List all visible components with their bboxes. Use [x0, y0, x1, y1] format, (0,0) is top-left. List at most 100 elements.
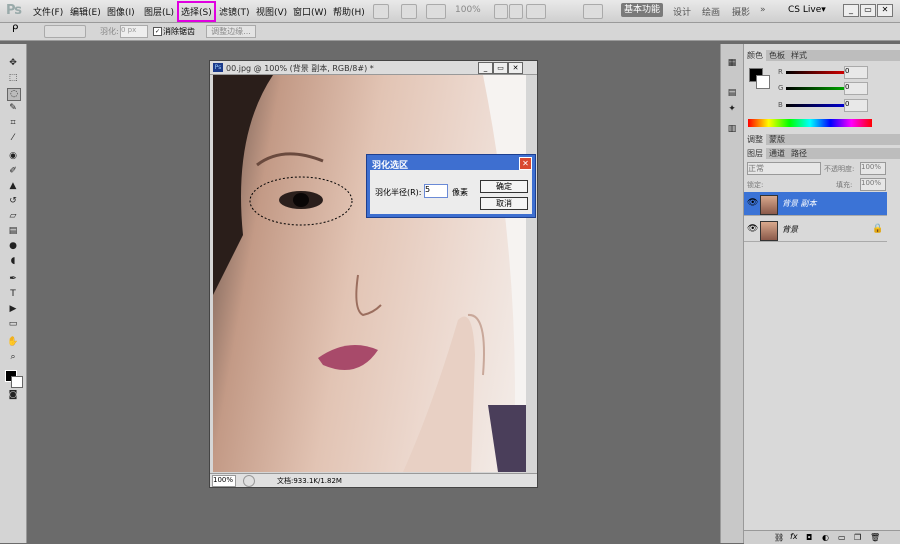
- blue-value[interactable]: 0: [844, 99, 868, 112]
- green-value[interactable]: 0: [844, 82, 868, 95]
- healing-brush-icon[interactable]: ◉: [7, 151, 19, 162]
- tab-channels[interactable]: 通道: [766, 148, 788, 159]
- background-swatch[interactable]: [756, 75, 770, 89]
- menu-edit[interactable]: 编辑(E): [70, 5, 101, 18]
- workspace-design[interactable]: 设计: [673, 5, 691, 18]
- new-group-icon[interactable]: ▭: [838, 533, 846, 542]
- menu-layer[interactable]: 图层(L): [144, 5, 174, 18]
- actions-icon[interactable]: ✦: [726, 104, 738, 115]
- bridge-icon[interactable]: [373, 4, 389, 19]
- new-layer-icon[interactable]: ❐: [854, 533, 861, 542]
- blend-mode-select[interactable]: 正常: [747, 162, 821, 175]
- brush-preset-icon[interactable]: ▥: [726, 124, 738, 135]
- dialog-close-icon[interactable]: ✕: [519, 157, 532, 170]
- tab-paths[interactable]: 路径: [788, 148, 810, 159]
- feather-radius-input[interactable]: 5: [424, 184, 448, 198]
- cs-live-menu[interactable]: CS Live▾: [788, 5, 826, 15]
- dodge-tool-icon[interactable]: ◖: [7, 256, 19, 267]
- menu-help[interactable]: 帮助(H): [333, 5, 365, 18]
- lasso-tool-icon[interactable]: ◌: [7, 88, 21, 101]
- workspace-painting[interactable]: 绘画: [702, 5, 720, 18]
- eyedropper-icon[interactable]: ⁄: [7, 133, 19, 144]
- history-brush-icon[interactable]: ↺: [7, 196, 19, 207]
- brush-tool-icon[interactable]: ✐: [7, 166, 19, 177]
- lasso-tool-icon[interactable]: ᑭ: [12, 24, 18, 35]
- path-select-icon[interactable]: ▶: [7, 304, 19, 315]
- zoom-level[interactable]: 100%: [455, 5, 481, 15]
- shape-tool-icon[interactable]: ▭: [7, 319, 19, 330]
- eye-icon[interactable]: 👁: [747, 198, 758, 208]
- move-tool-icon[interactable]: ✥: [7, 58, 19, 69]
- zoom-field[interactable]: 100%: [212, 475, 236, 487]
- layers-footer: ⛓ fx ◘ ◐ ▭ ❐ 🗑: [744, 530, 900, 544]
- dialog-body: 羽化半径(R): 5 像素 确定 取消: [370, 170, 532, 214]
- menu-window[interactable]: 窗口(W): [293, 5, 327, 18]
- view-extras-icon[interactable]: [426, 4, 446, 19]
- refine-edge-button[interactable]: 调整边缘...: [206, 25, 256, 38]
- marquee-tool-icon[interactable]: ⬚: [7, 73, 19, 84]
- gradient-tool-icon[interactable]: ▤: [7, 226, 19, 237]
- quick-mask-icon[interactable]: ◙: [7, 390, 19, 401]
- selection-mode-icon[interactable]: [44, 25, 86, 38]
- hand-tool-icon[interactable]: ✋: [7, 337, 19, 348]
- color-spectrum[interactable]: [748, 119, 872, 127]
- link-layers-icon[interactable]: ⛓: [774, 533, 784, 542]
- tab-layers[interactable]: 图层: [744, 148, 766, 159]
- doc-close-icon[interactable]: ✕: [508, 62, 523, 74]
- layer-row-copy[interactable]: 👁 背景 副本: [744, 192, 887, 216]
- menu-select[interactable]: 选择(S): [177, 1, 216, 22]
- palette-icon[interactable]: ▦: [726, 58, 738, 69]
- zoom-tool-icon[interactable]: ⌕: [7, 352, 19, 363]
- pen-tool-icon[interactable]: ✒: [7, 274, 19, 285]
- tab-adjustments[interactable]: 调整: [744, 134, 766, 145]
- close-icon[interactable]: ✕: [877, 4, 893, 17]
- tab-swatches[interactable]: 色板: [766, 50, 788, 61]
- layer-name[interactable]: 背景 副本: [782, 198, 817, 209]
- doc-minimize-icon[interactable]: _: [478, 62, 493, 74]
- menu-image[interactable]: 图像(I): [107, 5, 135, 18]
- clone-stamp-icon[interactable]: ▲: [7, 181, 19, 192]
- zoom-icon[interactable]: [509, 4, 523, 19]
- cancel-button[interactable]: 取消: [480, 197, 528, 210]
- layer-name[interactable]: 背景: [782, 224, 798, 235]
- menu-view[interactable]: 视图(V): [256, 5, 287, 18]
- menu-file[interactable]: 文件(F): [33, 5, 63, 18]
- screen-mode-icon[interactable]: [583, 4, 603, 19]
- tab-styles[interactable]: 样式: [788, 50, 810, 61]
- workspace-essentials[interactable]: 基本功能: [621, 3, 663, 17]
- image-canvas[interactable]: [213, 75, 526, 472]
- tab-color[interactable]: 颜色: [744, 50, 766, 61]
- menu-filter[interactable]: 滤镜(T): [219, 5, 250, 18]
- tab-masks[interactable]: 蒙版: [766, 134, 788, 145]
- adjustment-layer-icon[interactable]: ◐: [822, 533, 829, 542]
- blur-tool-icon[interactable]: ●: [7, 241, 19, 252]
- antialias-checkbox[interactable]: ✓: [153, 27, 162, 36]
- more-workspaces[interactable]: »: [760, 5, 766, 15]
- workspace-photography[interactable]: 摄影: [732, 5, 750, 18]
- document-title-bar[interactable]: Ps 00.jpg @ 100% (背景 副本, RGB/8#) * _ ▭ ✕: [210, 61, 537, 75]
- add-mask-icon[interactable]: ◘: [806, 533, 812, 542]
- toolbox: ✥ ⬚ ◌ ✎ ⌗ ⁄ ◉ ✐ ▲ ↺ ▱ ▤ ● ◖ ✒ T ▶ ▭ ✋ ⌕ …: [0, 44, 27, 543]
- eye-icon[interactable]: 👁: [747, 224, 758, 234]
- layer-row-background[interactable]: 👁 背景 🔒: [744, 218, 887, 242]
- ok-button[interactable]: 确定: [480, 180, 528, 193]
- eraser-icon[interactable]: ▱: [7, 211, 19, 222]
- doc-restore-icon[interactable]: ▭: [493, 62, 508, 74]
- layer-style-icon[interactable]: fx: [790, 532, 798, 541]
- trash-icon[interactable]: 🗑: [870, 533, 880, 542]
- red-value[interactable]: 0: [844, 66, 868, 79]
- type-tool-icon[interactable]: T: [7, 289, 19, 300]
- minimize-icon[interactable]: _: [843, 4, 859, 17]
- background-color-swatch[interactable]: [11, 376, 23, 388]
- feather-input[interactable]: 0 px: [120, 25, 148, 38]
- status-menu-icon[interactable]: [243, 475, 255, 487]
- fill-input[interactable]: 100%: [860, 178, 886, 191]
- hand-icon[interactable]: [494, 4, 508, 19]
- history-icon[interactable]: ▤: [726, 88, 738, 99]
- opacity-input[interactable]: 100%: [860, 162, 886, 175]
- quick-select-icon[interactable]: ✎: [7, 103, 19, 114]
- restore-icon[interactable]: ▭: [860, 4, 876, 17]
- crop-tool-icon[interactable]: ⌗: [7, 118, 19, 129]
- mini-bridge-icon[interactable]: [401, 4, 417, 19]
- arrange-documents-icon[interactable]: [526, 4, 546, 19]
